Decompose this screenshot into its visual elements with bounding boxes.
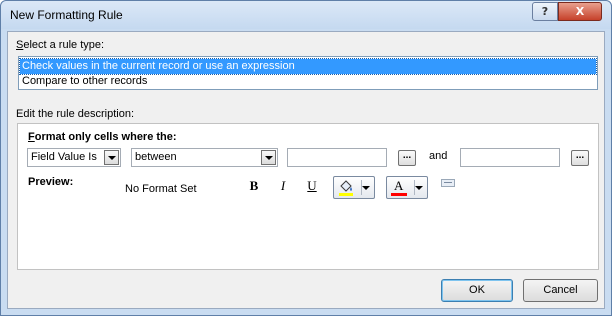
operator-combo[interactable]: between <box>131 148 278 167</box>
ok-button[interactable]: OK <box>441 279 513 302</box>
font-color-button[interactable]: A <box>386 176 428 199</box>
dialog-title: New Formatting Rule <box>10 8 123 22</box>
format-cells-label: Format only cells where the: <box>28 131 177 143</box>
rule-description-panel: Format only cells where the: Field Value… <box>17 123 599 270</box>
rule-type-item-compare-records[interactable]: Compare to other records <box>20 74 596 89</box>
bold-button[interactable]: B <box>245 178 263 194</box>
rule-type-label: Select a rule type: <box>16 39 105 51</box>
cancel-button[interactable]: Cancel <box>523 279 598 302</box>
preview-text: No Format Set <box>125 183 197 195</box>
value1-input[interactable] <box>287 148 387 167</box>
close-button[interactable]: X <box>558 2 602 21</box>
chevron-down-icon[interactable] <box>362 186 370 190</box>
value2-input[interactable] <box>460 148 560 167</box>
help-button[interactable]: ? <box>532 2 558 21</box>
chevron-down-icon[interactable] <box>261 150 276 165</box>
edit-description-label: Edit the rule description: <box>16 108 135 120</box>
title-bar[interactable]: New Formatting Rule ? X <box>1 1 611 29</box>
rule-type-item-check-values[interactable]: Check values in the current record or us… <box>19 58 597 75</box>
value1-builder-button[interactable]: ... <box>398 150 416 166</box>
paint-bucket-icon <box>337 179 355 197</box>
operator-combo-value: between <box>135 151 177 163</box>
new-formatting-rule-dialog: New Formatting Rule ? X Select a rule ty… <box>0 0 612 316</box>
preview-label: Preview: <box>28 176 74 188</box>
italic-button[interactable]: I <box>274 178 292 194</box>
rule-type-list[interactable]: Check values in the current record or us… <box>18 56 598 90</box>
fill-color-button[interactable] <box>333 176 375 199</box>
and-label: and <box>429 150 448 162</box>
chevron-down-icon[interactable] <box>415 186 423 190</box>
field-value-combo-value: Field Value Is <box>31 151 97 163</box>
chevron-down-icon[interactable] <box>104 150 119 165</box>
font-color-glyph: A <box>394 178 404 193</box>
enable-disable-icon[interactable] <box>441 179 455 187</box>
underline-button[interactable]: U <box>303 178 321 194</box>
field-value-combo[interactable]: Field Value Is <box>27 148 121 167</box>
dialog-body: Select a rule type: Check values in the … <box>7 31 605 309</box>
value2-builder-button[interactable]: ... <box>571 150 589 166</box>
font-color-icon: A <box>390 178 408 198</box>
